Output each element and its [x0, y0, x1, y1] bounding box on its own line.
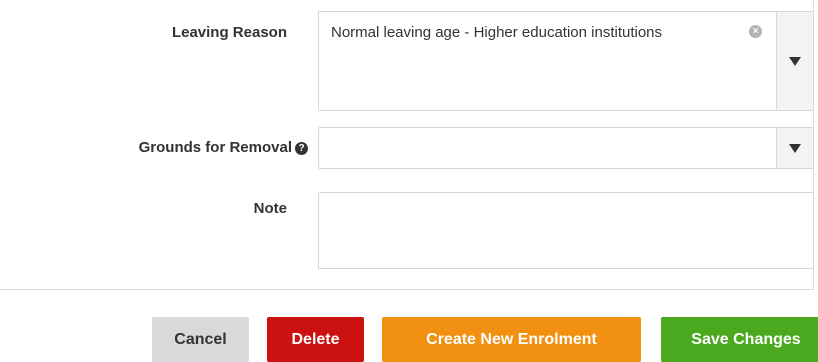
grounds-for-removal-dropdown-button[interactable] [776, 128, 813, 168]
note-textarea[interactable] [318, 192, 814, 269]
help-icon[interactable]: ? [295, 142, 308, 155]
delete-button[interactable]: Delete [267, 317, 364, 362]
leaving-reason-value: Normal leaving age - Higher education in… [331, 24, 663, 41]
grounds-for-removal-label-text: Grounds for Removal [138, 139, 292, 156]
save-changes-button[interactable]: Save Changes [661, 317, 818, 362]
leaving-reason-dropdown-button[interactable] [776, 12, 813, 110]
cancel-button[interactable]: Cancel [152, 317, 249, 362]
create-new-enrolment-button[interactable]: Create New Enrolment [382, 317, 641, 362]
leaving-reason-select[interactable]: Normal leaving age - Higher education in… [318, 11, 814, 111]
chevron-down-icon [789, 144, 801, 153]
note-label: Note [253, 200, 287, 217]
leaving-reason-label: Leaving Reason [171, 24, 287, 41]
clear-selection-icon[interactable]: × [749, 25, 762, 38]
grounds-for-removal-label: Grounds for Removal? [139, 139, 308, 156]
grounds-for-removal-select[interactable] [318, 127, 814, 169]
chevron-down-icon [789, 57, 801, 66]
